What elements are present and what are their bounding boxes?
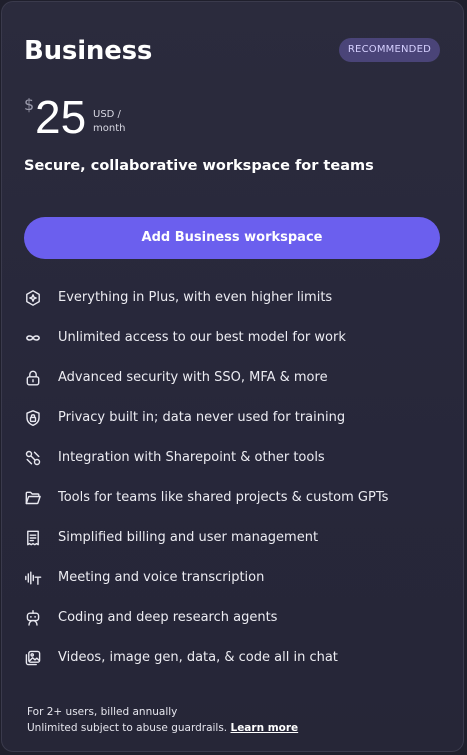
feature-item: Simplified billing and user management (24, 518, 388, 558)
receipt-icon (24, 529, 42, 547)
feature-item: Privacy built in; data never used for tr… (24, 398, 388, 438)
feature-item: Meeting and voice transcription (24, 558, 388, 598)
price-period-currency: USD / (93, 109, 121, 120)
feature-label: Privacy built in; data never used for tr… (58, 410, 346, 425)
feature-list: Everything in Plus, with even higher lim… (24, 278, 388, 678)
infinity-icon (24, 329, 42, 347)
price-amount: 25 (35, 91, 87, 143)
feature-label: Videos, image gen, data, & code all in c… (58, 650, 338, 665)
add-business-workspace-button[interactable]: Add Business workspace (24, 217, 440, 259)
price-period: USD / month (93, 108, 125, 136)
feature-label: Unlimited access to our best model for w… (58, 330, 346, 345)
price-period-interval: month (93, 123, 126, 134)
feature-item: Videos, image gen, data, & code all in c… (24, 638, 388, 678)
currency-symbol: $ (24, 95, 35, 114)
feature-label: Integration with Sharepoint & other tool… (58, 450, 325, 465)
feature-label: Coding and deep research agents (58, 610, 278, 625)
feature-item: Everything in Plus, with even higher lim… (24, 278, 388, 318)
link-icon (24, 449, 42, 467)
feature-label: Meeting and voice transcription (58, 570, 265, 585)
plan-footer: For 2+ users, billed annually Unlimited … (27, 704, 298, 736)
guardrails-note: Unlimited subject to abuse guardrails. L… (27, 720, 298, 736)
feature-item: Coding and deep research agents (24, 598, 388, 638)
feature-item: Tools for teams like shared projects & c… (24, 478, 388, 518)
transcription-icon (24, 569, 42, 587)
feature-item: Integration with Sharepoint & other tool… (24, 438, 388, 478)
feature-label: Everything in Plus, with even higher lim… (58, 290, 333, 305)
robot-icon (24, 609, 42, 627)
guardrails-text: Unlimited subject to abuse guardrails. (27, 722, 228, 734)
folder-icon (24, 489, 42, 507)
lock-icon (24, 369, 42, 387)
business-plan-card: Business RECOMMENDED $ 25 USD / month Se… (1, 1, 464, 752)
feature-item: Advanced security with SSO, MFA & more (24, 358, 388, 398)
media-icon (24, 649, 42, 667)
shield-lock-icon (24, 409, 42, 427)
sparkle-shield-icon (24, 289, 42, 307)
feature-item: Unlimited access to our best model for w… (24, 318, 388, 358)
learn-more-link[interactable]: Learn more (231, 722, 299, 734)
plan-tagline: Secure, collaborative workspace for team… (24, 158, 374, 174)
feature-label: Tools for teams like shared projects & c… (58, 490, 389, 505)
feature-label: Advanced security with SSO, MFA & more (58, 370, 328, 385)
billing-note: For 2+ users, billed annually (27, 706, 178, 718)
plan-title: Business (24, 36, 153, 66)
recommended-badge: RECOMMENDED (338, 38, 440, 62)
feature-label: Simplified billing and user management (58, 530, 319, 545)
